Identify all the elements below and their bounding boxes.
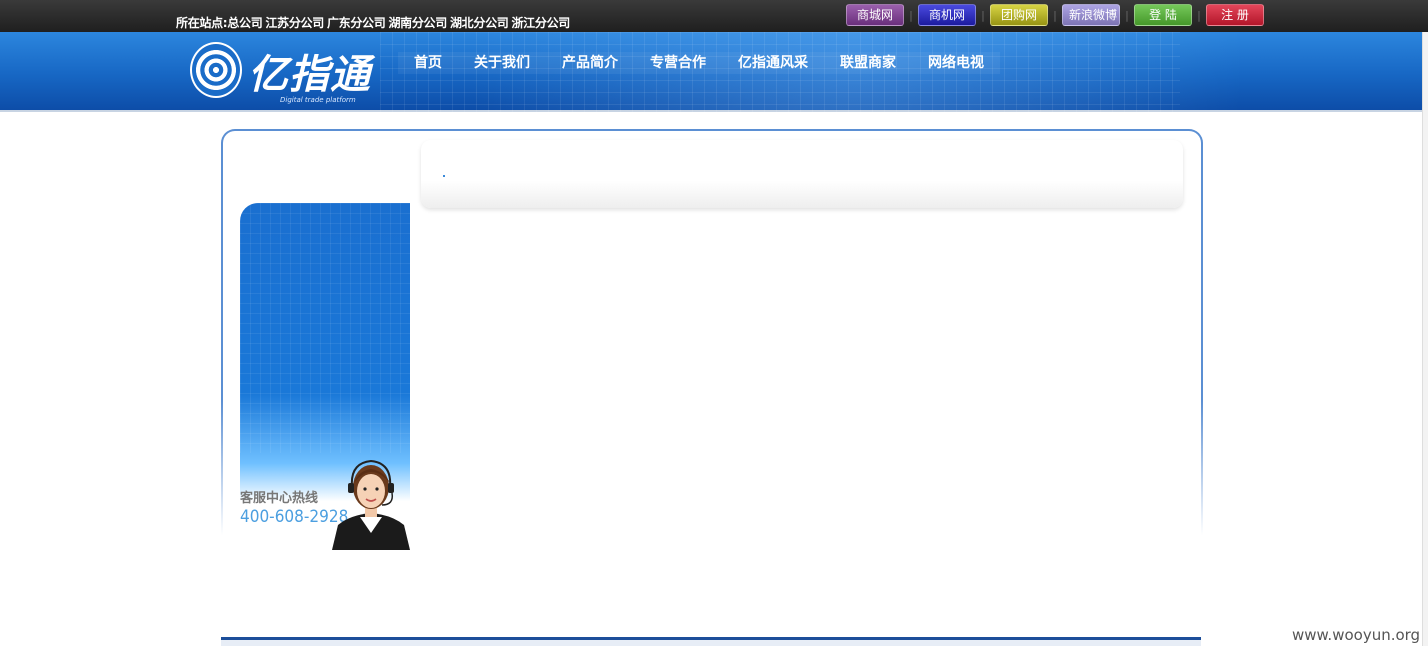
logo-subtitle: Digital trade platform — [280, 96, 356, 104]
nav-merchants[interactable]: 联盟商家 — [824, 52, 912, 74]
logo-text: 亿指通 — [248, 52, 371, 98]
header-banner: 亿指通 Digital trade platform 首页 关于我们 产品简介 … — [0, 32, 1428, 112]
hotline-title: 客服中心热线 — [240, 491, 319, 506]
top-bar: 所在站点:总公司 江苏分公司 广东分公司 湖南分公司 湖北分公司 浙江分公司 商城网 | … — [0, 0, 1428, 32]
banner-pattern — [240, 203, 410, 453]
site-selector: 所在站点:总公司 江苏分公司 广东分公司 湖南分公司 湖北分公司 浙江分公司 — [176, 14, 573, 31]
separator: | — [1053, 8, 1057, 22]
nav-cooperation[interactable]: 专营合作 — [634, 52, 722, 74]
separator: | — [909, 8, 913, 22]
mall-button[interactable]: 商城网 — [846, 4, 904, 26]
login-button[interactable]: 登 陆 — [1134, 4, 1192, 26]
groupbuy-button[interactable]: 团购网 — [990, 4, 1048, 26]
nav-home[interactable]: 首页 — [398, 52, 458, 74]
business-button[interactable]: 商机网 — [918, 4, 976, 26]
site-link-hubei[interactable]: 湖北分公司 — [450, 16, 509, 30]
logo[interactable]: 亿指通 Digital trade platform — [186, 36, 396, 106]
site-link-hq[interactable]: 总公司 — [227, 16, 262, 30]
main-nav: 首页 关于我们 产品简介 专营合作 亿指通风采 联盟商家 网络电视 — [398, 52, 1000, 74]
swirl-logo-icon — [190, 42, 242, 98]
scrollbar-edge — [1422, 32, 1428, 646]
bullet-icon — [443, 175, 445, 177]
footer-strip — [221, 640, 1201, 646]
sites-label: 所在站点: — [176, 16, 228, 30]
nav-products[interactable]: 产品简介 — [546, 52, 634, 74]
watermark: www.wooyun.org — [1292, 626, 1421, 644]
nav-tv[interactable]: 网络电视 — [912, 52, 1000, 74]
hotline-banner: 客服中心热线 400-608-2928 — [240, 203, 410, 550]
nav-gallery[interactable]: 亿指通风采 — [722, 52, 824, 74]
site-link-jiangsu[interactable]: 江苏分公司 — [265, 16, 324, 30]
top-buttons: 商城网 | 商机网 | 团购网 | 新浪微博 | 登 陆 | 注 册 — [846, 4, 1264, 26]
separator: | — [1125, 8, 1129, 22]
weibo-button[interactable]: 新浪微博 — [1062, 4, 1120, 26]
separator: | — [1197, 8, 1201, 22]
customer-service-agent-image — [332, 459, 410, 550]
content-header-box — [421, 140, 1183, 208]
site-link-zhejiang[interactable]: 浙江分公司 — [511, 16, 570, 30]
separator: | — [981, 8, 985, 22]
site-link-guangdong[interactable]: 广东分公司 — [327, 16, 386, 30]
site-link-hunan[interactable]: 湖南分公司 — [388, 16, 447, 30]
nav-about[interactable]: 关于我们 — [458, 52, 546, 74]
register-button[interactable]: 注 册 — [1206, 4, 1264, 26]
